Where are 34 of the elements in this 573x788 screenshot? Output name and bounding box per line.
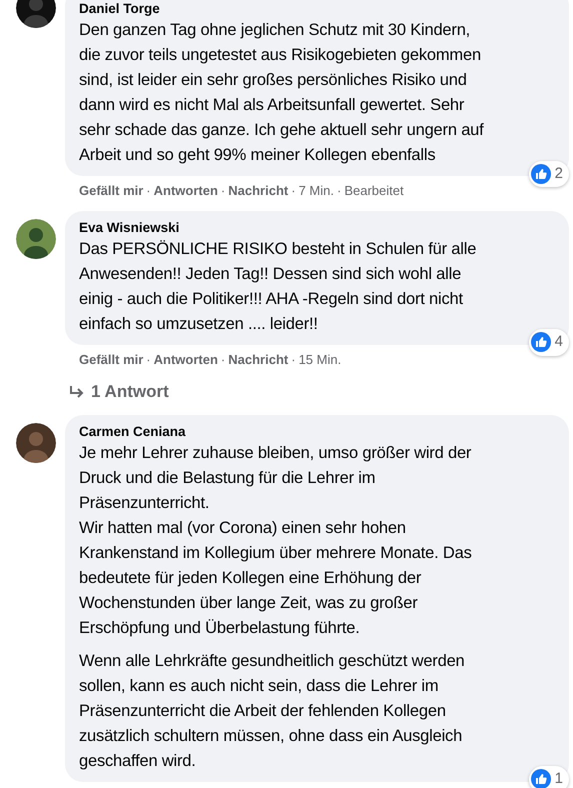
timestamp[interactable]: 7 Min. (298, 181, 334, 200)
thumbs-up-icon (530, 769, 551, 788)
separator-dot: · (146, 182, 151, 200)
separator-dot: · (220, 182, 226, 200)
thumbs-up-icon (530, 332, 551, 352)
author-name[interactable]: Carmen Ceniana (79, 422, 557, 440)
action-link[interactable]: Nachricht (228, 350, 288, 369)
action-link[interactable]: Antworten (154, 350, 218, 369)
timestamp[interactable]: 15 Min. (298, 350, 342, 369)
comment-text: Wenn alle Lehrkräfte gesundheitlich geschützt werden sollen, kann es auch nicht sein, dass die Lehrer im Präsenzunterricht die Arbeit der fehlenden Kollegen zusätzlich schultern müssen, ohne dass ein Ausgleich geschaffen wird. (79, 650, 466, 772)
thumbs-up-icon (530, 164, 551, 184)
separator-dot: · (220, 350, 226, 368)
comment-text: Den ganzen Tag ohne jeglichen Schutz mit 30 Kindern, die zuvor teils ungetestet aus Risikogebieten gekommen sind, ist leider ein sehr großes persönliches Risiko und dann wird es nicht Mal als Arbeitsunfall gewertet. Sehr sehr schade das ganze. Ich gehe aktuell sehr ungern auf Arbeit und so geht 99% meiner Kollegen ebenfalls (79, 20, 485, 166)
avatar[interactable] (16, 422, 56, 462)
reply-arrow-icon (69, 384, 85, 399)
avatar[interactable] (16, 218, 56, 258)
separator-dot: · (291, 350, 296, 368)
reaction-count[interactable]: 4 (528, 329, 569, 356)
author-name[interactable]: Daniel Torge (79, 0, 557, 18)
avatar[interactable] (16, 0, 56, 28)
separator-dot: · (291, 182, 296, 200)
edited-label: Bearbeitet (344, 182, 404, 200)
action-link[interactable]: Gefällt mir (79, 181, 144, 200)
author-name[interactable]: Eva Wisniewski (79, 218, 557, 236)
action-link[interactable]: Nachricht (228, 181, 288, 200)
comment-text: Das PERSÖNLICHE RISIKO besteht in Schulen für alle Anwesenden!! Jeden Tag!! Dessen sind sich wohl alle einig - auch die Politiker!!! AHA -Regeln sind dort nicht einfach so umzusetzen .... leider!! (79, 238, 478, 334)
action-link[interactable]: Antworten (154, 181, 218, 200)
reaction-count[interactable]: 2 (528, 160, 569, 187)
view-replies-link[interactable]: 1 Antwort (65, 379, 569, 404)
comment-text: Je mehr Lehrer zuhause bleiben, umso größer wird der Druck und die Belastung für die Lehrer im Präsenzunterricht. Wir hatten mal (vor Corona) einen sehr hohen Krankenstand im Kollegium über mehrere Monate. Das bedeutete für jeden Kollegen eine Erhöhung der Wochenstunden über lange Zeit, was zu großer Erschöpfung und Überbelastung führte. (79, 442, 473, 638)
separator-dot: · (146, 350, 151, 368)
action-link[interactable]: Gefällt mir (79, 350, 144, 369)
separator-dot: · (336, 182, 342, 200)
reaction-count[interactable]: 1 (528, 766, 569, 788)
